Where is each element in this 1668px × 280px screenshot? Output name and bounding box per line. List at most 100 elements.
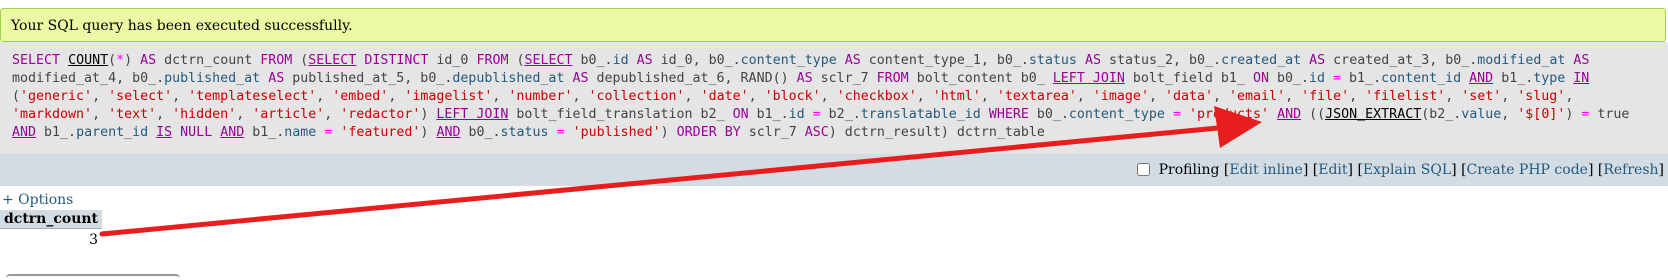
sql-token: , (820, 89, 837, 104)
sql-token: content_type (740, 53, 837, 68)
sql-token: created_at (1221, 53, 1302, 68)
sql-token: ( (292, 53, 309, 68)
sql-token: id (1309, 71, 1326, 86)
sql-token: 'published' (572, 125, 661, 140)
sql-token: , (92, 107, 109, 122)
sql-token: sclr_7 (740, 125, 805, 140)
sql-token: (b2_. (1421, 107, 1462, 122)
sql-token: DISTINCT (364, 53, 429, 68)
sql-token: 'select' (108, 89, 173, 104)
sql-token: b1_. (1493, 71, 1534, 86)
refresh-link[interactable]: Refresh (1603, 162, 1658, 178)
sql-token: AND (1469, 71, 1494, 86)
sql-token: IS (156, 125, 173, 140)
sql-token: content_type (1068, 107, 1165, 122)
sql-token: FROM (476, 53, 509, 68)
edit-inline-link[interactable]: Edit inline (1229, 162, 1303, 178)
sql-token: , (980, 89, 997, 104)
sql-token: , (1445, 89, 1462, 104)
sql-token: b1_. (36, 125, 77, 140)
sql-token: , (92, 89, 109, 104)
sql-token: , (916, 89, 933, 104)
result-cell: 3 (89, 232, 99, 248)
sql-token: 'text' (108, 107, 157, 122)
sql-token: b1_. (1341, 71, 1382, 86)
sql-token: 'file' (1301, 89, 1350, 104)
profiling-label: Profiling (1158, 162, 1220, 178)
sql-token: 'textarea' (996, 89, 1077, 104)
sql-token: , (1285, 89, 1302, 104)
profiling-checkbox[interactable] (1137, 162, 1151, 176)
sql-token: , (748, 89, 765, 104)
sql-token: LEFT JOIN (1052, 71, 1125, 86)
sql-token: b0_. (572, 53, 613, 68)
sql-token: IN (1573, 71, 1590, 86)
sql-token: AS (796, 71, 813, 86)
sql-token: status (500, 125, 549, 140)
sql-token: AS (1084, 53, 1101, 68)
options-link[interactable]: + Options (2, 192, 73, 208)
sql-token: 'generic' (20, 89, 93, 104)
sql-token: b1_. (244, 125, 285, 140)
sql-token: , (316, 89, 333, 104)
sql-token: ON (1252, 71, 1269, 86)
sql-token: ( (508, 53, 525, 68)
sql-token: ON (732, 107, 749, 122)
sql-token: ) (420, 125, 437, 140)
sql-token: AS (268, 71, 285, 86)
bracket: ] (1451, 162, 1457, 178)
sql-token: SELECT (12, 53, 61, 68)
sql-token: AS (844, 53, 861, 68)
sql-token: , (572, 89, 589, 104)
sql-token: , (1349, 89, 1366, 104)
options-toggle[interactable]: + Options (2, 192, 73, 208)
sql-token: AS (636, 53, 653, 68)
sql-token: AND (1277, 107, 1302, 122)
sql-token: , (324, 107, 341, 122)
sql-token: ASC (804, 125, 829, 140)
sql-token: b0_. (1028, 107, 1069, 122)
sql-token: , (236, 107, 253, 122)
sql-token: , (172, 89, 189, 104)
sql-token: content_type_1, b0_. (860, 53, 1029, 68)
sql-query-display: SELECT COUNT(*) AS dctrn_count FROM (SEL… (0, 42, 1668, 154)
sql-token: type (1533, 71, 1566, 86)
sql-token: , (684, 89, 701, 104)
explain-sql-link[interactable]: Explain SQL (1363, 162, 1451, 178)
scrollbar-hint (6, 274, 180, 280)
sql-token: published_at_5, b0_. (284, 71, 453, 86)
sql-token: parent_id (76, 125, 149, 140)
edit-link[interactable]: Edit (1318, 162, 1347, 178)
sql-token: ORDER BY (676, 125, 741, 140)
sql-token: 'filelist' (1365, 89, 1446, 104)
sql-token: ) (1565, 107, 1582, 122)
sql-token: , (492, 89, 509, 104)
sql-token: ( (12, 89, 21, 104)
sql-token: true (1589, 107, 1630, 122)
sql-token: 'data' (1164, 89, 1214, 104)
column-header-dctrn-count[interactable]: dctrn_count (0, 210, 103, 229)
sql-token: AND (12, 125, 37, 140)
sql-token: id_0 (428, 53, 477, 68)
sql-token: , (1148, 89, 1165, 104)
sql-token: '$[0]' (1517, 107, 1566, 122)
success-message-text: Your SQL query has been executed success… (11, 18, 353, 34)
sql-token: 'embed' (332, 89, 389, 104)
sql-token: ) (124, 53, 141, 68)
sql-token: 'article' (252, 107, 325, 122)
sql-token: , (1076, 89, 1093, 104)
create-php-code-link[interactable]: Create PHP code (1467, 162, 1588, 178)
sql-token: 'date' (700, 89, 749, 104)
sql-token: b0_. (1268, 71, 1309, 86)
sql-token: sclr_7 (812, 71, 877, 86)
sql-token: 'markdown' (12, 107, 93, 122)
sql-token: bolt_content b0_ (908, 71, 1053, 86)
sql-token: ) dctrn_result) dctrn_table (828, 125, 1045, 140)
